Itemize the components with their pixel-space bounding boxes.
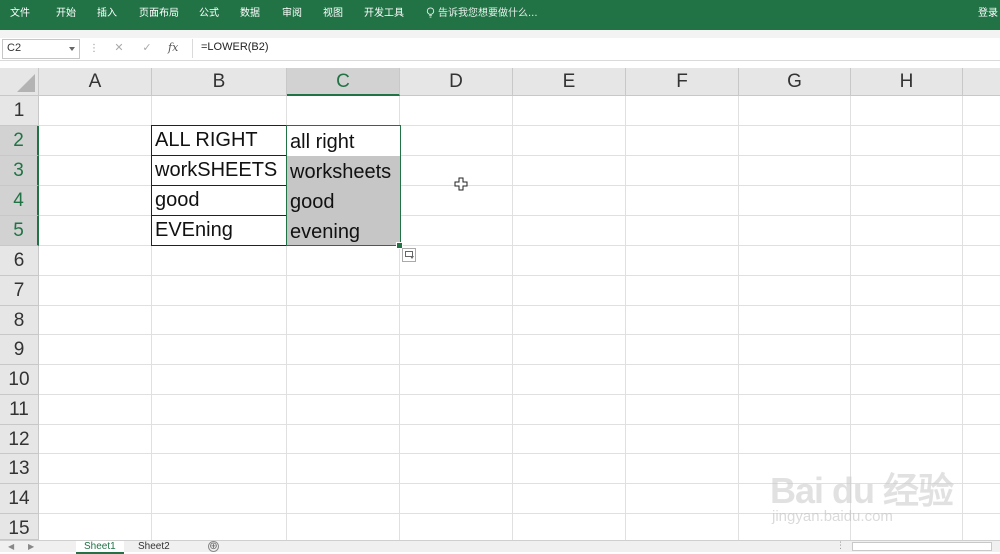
select-all-button[interactable] <box>0 68 39 96</box>
tell-me-search[interactable]: 告诉我您想要做什么... <box>425 0 538 30</box>
row-header-11[interactable]: 11 <box>0 395 39 425</box>
tab-page-layout[interactable]: 页面布局 <box>139 0 179 30</box>
row-header-13[interactable]: 13 <box>0 454 39 484</box>
cell-b2[interactable]: ALL RIGHT <box>151 125 287 156</box>
row-header-3[interactable]: 3 <box>0 156 39 186</box>
chevron-down-icon[interactable] <box>69 47 75 51</box>
login-link[interactable]: 登录 <box>978 0 1000 30</box>
gridline <box>39 394 1000 395</box>
selection-range-border <box>286 125 401 246</box>
tell-me-text: 告诉我您想要做什么... <box>438 8 538 19</box>
column-header-f[interactable]: F <box>626 68 739 96</box>
column-header-c[interactable]: C <box>287 68 400 96</box>
column-header-g[interactable]: G <box>739 68 851 96</box>
more-icon: ⋮ <box>836 541 845 551</box>
sheet-tab-bar: ◀ ▶ Sheet1 Sheet2 ⊕ ⋮ <box>0 540 1000 554</box>
gridline <box>512 96 513 540</box>
row-header-15[interactable]: 15 <box>0 514 39 540</box>
sheet-tab-sheet1[interactable]: Sheet1 <box>76 541 124 554</box>
insert-function-button[interactable]: fx <box>168 40 178 56</box>
sheet-tab-sheet2[interactable]: Sheet2 <box>130 541 178 552</box>
scroll-left-icon[interactable]: ◀ <box>8 542 22 551</box>
name-box[interactable]: C2 <box>2 39 80 59</box>
row-header-6[interactable]: 6 <box>0 246 39 276</box>
lightbulb-icon <box>426 7 435 18</box>
column-header-e[interactable]: E <box>513 68 626 96</box>
formula-text: =LOWER(B2) <box>201 41 269 53</box>
scroll-right-icon[interactable]: ▶ <box>28 542 42 551</box>
enter-icon[interactable]: ✓ <box>140 40 154 56</box>
ribbon-collapsed-area <box>0 30 1000 38</box>
row-header-1[interactable]: 1 <box>0 96 39 126</box>
ribbon-tab-bar: 文件 开始 插入 页面布局 公式 数据 审阅 视图 开发工具 告诉我您想要做什么… <box>0 0 1000 30</box>
tab-developer[interactable]: 开发工具 <box>364 0 404 30</box>
row-header-9[interactable]: 9 <box>0 335 39 365</box>
tab-view[interactable]: 视图 <box>323 0 343 30</box>
formula-input[interactable]: =LOWER(B2) <box>192 39 999 58</box>
cell-b5[interactable]: EVEning <box>151 215 287 246</box>
quick-analysis-icon[interactable] <box>402 248 416 262</box>
row-header-8[interactable]: 8 <box>0 306 39 335</box>
grip-icon: ⋮ <box>89 43 99 54</box>
row-header-5[interactable]: 5 <box>0 216 39 246</box>
quick-analysis-arrow <box>410 256 414 259</box>
row-header-4[interactable]: 4 <box>0 186 39 216</box>
gridline <box>39 364 1000 365</box>
column-header-h[interactable]: H <box>851 68 963 96</box>
row-header-12[interactable]: 12 <box>0 425 39 454</box>
tab-review[interactable]: 审阅 <box>282 0 302 30</box>
column-header-b[interactable]: B <box>152 68 287 96</box>
watermark-brand: Bai du 经验 <box>770 470 954 511</box>
tab-data[interactable]: 数据 <box>240 0 260 30</box>
gridline <box>39 334 1000 335</box>
tab-home[interactable]: 开始 <box>56 0 76 30</box>
cancel-icon[interactable]: ✕ <box>112 40 126 56</box>
tab-file[interactable]: 文件 <box>10 0 30 30</box>
column-header-a[interactable]: A <box>39 68 152 96</box>
tab-insert[interactable]: 插入 <box>97 0 117 30</box>
gridline <box>625 96 626 540</box>
tab-formulas[interactable]: 公式 <box>199 0 219 30</box>
gridline <box>39 305 1000 306</box>
baidu-watermark: Bai du 经验 jingyan.baidu.com <box>770 440 990 530</box>
row-header-10[interactable]: 10 <box>0 365 39 395</box>
select-all-triangle-icon <box>17 74 35 92</box>
add-sheet-icon[interactable]: ⊕ <box>208 541 219 552</box>
watermark-url: jingyan.baidu.com <box>772 508 893 525</box>
row-header-14[interactable]: 14 <box>0 484 39 514</box>
formula-bar: C2 ⋮ ✕ ✓ fx =LOWER(B2) <box>0 38 1000 61</box>
row-header-2[interactable]: 2 <box>0 126 39 156</box>
row-header-7[interactable]: 7 <box>0 276 39 306</box>
column-header-i[interactable] <box>963 68 1000 96</box>
horizontal-scrollbar[interactable] <box>852 542 992 551</box>
gridline <box>738 96 739 540</box>
cell-cursor-icon <box>454 177 468 191</box>
name-box-value: C2 <box>7 42 22 54</box>
gridline <box>39 275 1000 276</box>
column-header-d[interactable]: D <box>400 68 513 96</box>
cell-b3[interactable]: workSHEETS <box>151 155 287 186</box>
cell-b4[interactable]: good <box>151 185 287 216</box>
gridline <box>39 424 1000 425</box>
